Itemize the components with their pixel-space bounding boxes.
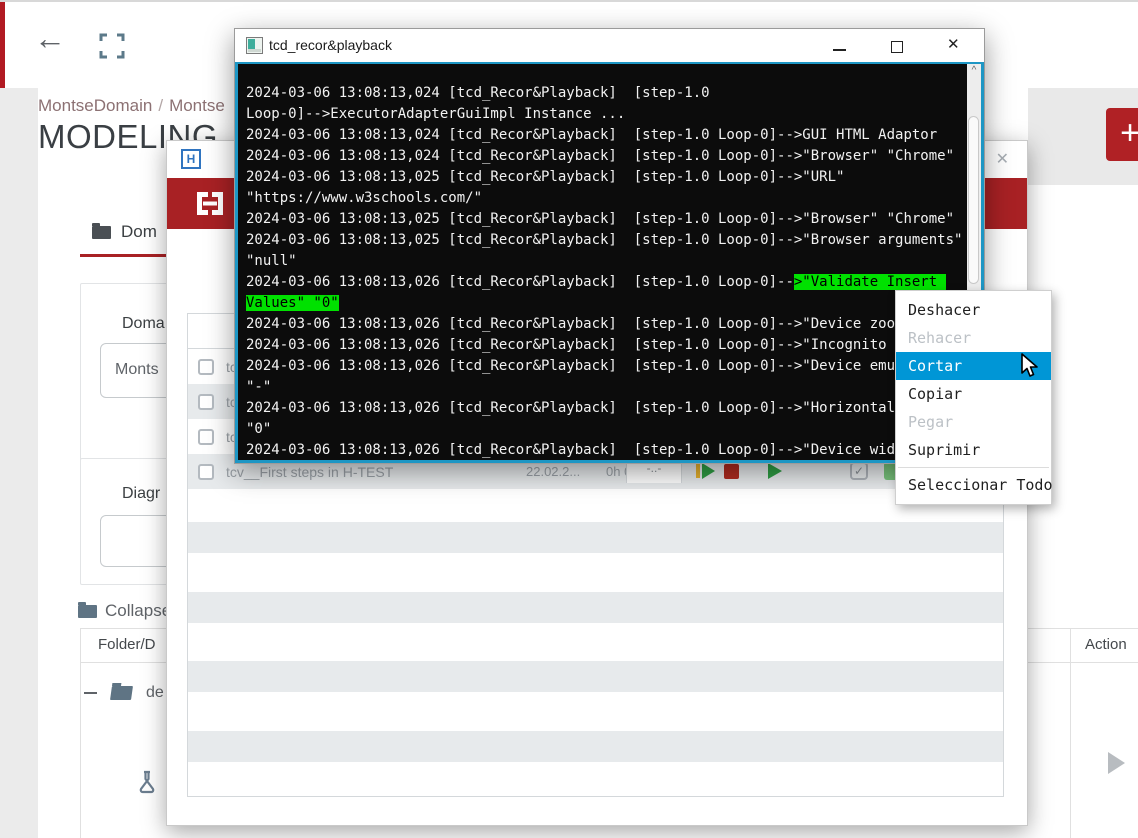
fullscreen-icon-glyph xyxy=(99,33,125,59)
row-checkbox[interactable] xyxy=(198,359,214,375)
collapse-section[interactable]: Collapse xyxy=(78,601,171,621)
action-column-header: Action xyxy=(1085,636,1127,653)
console-lines: 2024-03-06 13:08:13,024 [tcd_Recor&Playb… xyxy=(244,64,967,460)
scrollbar-up-icon[interactable]: ^ xyxy=(967,65,981,76)
diagram-field-label: Diagr xyxy=(122,485,160,503)
tab-domain[interactable]: Dom xyxy=(92,222,157,242)
folder-icon xyxy=(92,226,111,239)
console-line: 2024-03-06 13:08:13,026 [tcd_Recor&Playb… xyxy=(246,357,912,375)
folder-column-header: Folder/D xyxy=(98,636,156,653)
console-line: 2024-03-06 13:08:13,026 [tcd_Recor&Playb… xyxy=(246,273,946,291)
menu-separator xyxy=(898,467,1049,468)
row-date: 22.02.2... xyxy=(526,464,580,479)
terminal-window: tcd_recor&playback ✕ 2024-03-06 13:08:13… xyxy=(234,28,985,464)
table-left-border xyxy=(80,628,81,838)
console-line: 2024-03-06 13:08:13,024 [tcd_Recor&Playb… xyxy=(246,84,710,102)
row-checkbox[interactable] xyxy=(198,429,214,445)
console-line: "-" xyxy=(246,378,271,396)
menu-item-paste: Pegar xyxy=(896,408,1051,436)
empty-row-stripe xyxy=(188,731,1003,762)
domain-input-value: Monts xyxy=(115,361,159,379)
tree-row-default-folder[interactable]: de xyxy=(84,684,164,702)
menu-item-redo: Rehacer xyxy=(896,324,1051,352)
console-line: 2024-03-06 13:08:13,026 [tcd_Recor&Playb… xyxy=(246,315,912,333)
console-line: 2024-03-06 13:08:13,026 [tcd_Recor&Playb… xyxy=(246,336,912,354)
empty-row-stripe xyxy=(188,661,1003,692)
minimize-icon[interactable] xyxy=(833,49,846,51)
back-arrow-icon[interactable]: ← xyxy=(34,22,66,54)
console-line: 2024-03-06 13:08:13,025 [tcd_Recor&Playb… xyxy=(246,168,844,186)
resume-icon[interactable] xyxy=(696,463,716,479)
console-output[interactable]: 2024-03-06 13:08:13,024 [tcd_Recor&Playb… xyxy=(235,62,984,463)
row-label: tcv__First steps in H-TEST xyxy=(226,464,393,480)
add-button[interactable]: + xyxy=(1106,108,1138,161)
console-line: 2024-03-06 13:08:13,026 [tcd_Recor&Playb… xyxy=(246,441,912,459)
console-line-text: 2024-03-06 13:08:13,026 [tcd_Recor&Playb… xyxy=(246,274,794,290)
tab-domain-label: Dom xyxy=(121,222,157,242)
console-line: 2024-03-06 13:08:13,025 [tcd_Recor&Playb… xyxy=(246,210,954,228)
run-action-icon[interactable] xyxy=(1108,752,1125,774)
open-folder-icon xyxy=(110,686,133,700)
flask-icon xyxy=(136,770,158,799)
console-line: "0" xyxy=(246,420,271,438)
empty-row-stripe xyxy=(188,592,1003,623)
tree-item-label: de xyxy=(146,684,164,702)
folder-icon xyxy=(78,605,97,618)
resume-icon-bar xyxy=(696,464,700,478)
terminal-title: tcd_recor&playback xyxy=(269,37,392,53)
menu-item-select-all[interactable]: Seleccionar Todo xyxy=(896,471,1051,499)
cursor-arrow-icon xyxy=(1019,353,1041,379)
breadcrumb: MontseDomain/Montse xyxy=(38,96,225,116)
header-accent-bar xyxy=(0,2,5,88)
console-line: 2024-03-06 13:08:13,025 [tcd_Recor&Playb… xyxy=(246,231,962,249)
menu-item-undo[interactable]: Deshacer xyxy=(896,296,1051,324)
console-selection: >"Validate Insert xyxy=(794,274,946,290)
mouse-cursor xyxy=(1019,353,1041,384)
stop-icon[interactable] xyxy=(724,464,739,479)
menu-item-copy[interactable]: Copiar xyxy=(896,380,1051,408)
flask-icon-glyph xyxy=(136,770,158,794)
row-checkbox[interactable] xyxy=(198,394,214,410)
terminal-titlebar[interactable]: tcd_recor&playback ✕ xyxy=(235,29,984,62)
breadcrumb-domain-link[interactable]: MontseDomain xyxy=(38,96,152,115)
console-icon xyxy=(246,37,263,54)
console-line: Values" "0" xyxy=(246,294,339,312)
dialog-favicon: H xyxy=(181,149,201,169)
breadcrumb-separator: / xyxy=(152,96,169,115)
collapse-node-icon[interactable] xyxy=(84,692,97,694)
maximize-icon[interactable] xyxy=(891,41,903,53)
empty-row-stripe xyxy=(188,522,1003,553)
close-icon[interactable]: ✕ xyxy=(947,35,960,53)
scrollbar-thumb[interactable] xyxy=(968,116,979,284)
domain-field-label: Doma xyxy=(122,315,165,333)
console-line: "https://www.w3schools.com/" xyxy=(246,189,482,207)
brand-logo-icon xyxy=(195,190,225,217)
checked-status-icon[interactable]: ✓ xyxy=(850,462,868,480)
edit-context-menu: Deshacer Rehacer Cortar Copiar Pegar Sup… xyxy=(895,290,1052,505)
console-line: 2024-03-06 13:08:13,026 [tcd_Recor&Playb… xyxy=(246,399,912,417)
row-checkbox[interactable] xyxy=(198,464,214,480)
fullscreen-icon[interactable] xyxy=(99,33,125,64)
console-line: Loop-0]-->ExecutorAdapterGuiImpl Instanc… xyxy=(246,105,625,123)
console-line: 2024-03-06 13:08:13,024 [tcd_Recor&Playb… xyxy=(246,126,937,144)
console-selection: Values" "0" xyxy=(246,295,339,311)
resume-icon-triangle xyxy=(702,463,715,479)
play-icon[interactable] xyxy=(768,463,782,479)
collapse-label: Collapse xyxy=(105,601,171,621)
menu-item-delete[interactable]: Suprimir xyxy=(896,436,1051,464)
console-line: "null" xyxy=(246,252,297,270)
dialog-close-icon[interactable]: ✕ xyxy=(996,149,1009,169)
breadcrumb-current[interactable]: Montse xyxy=(169,96,225,115)
console-line: 2024-03-06 13:08:13,024 [tcd_Recor&Playb… xyxy=(246,147,954,165)
action-column-border xyxy=(1070,628,1071,838)
